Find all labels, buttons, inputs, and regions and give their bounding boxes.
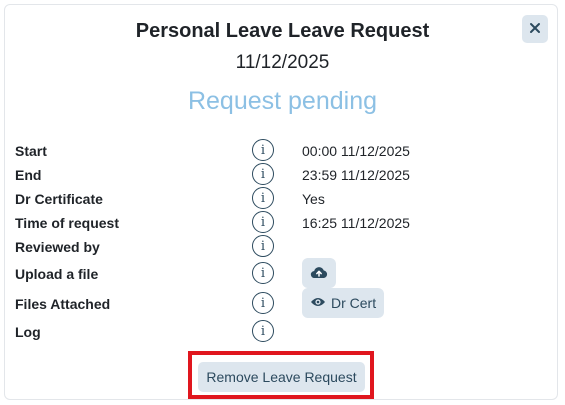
remove-leave-request-button[interactable]: Remove Leave Request (198, 362, 365, 392)
field-row-start: Start i 00:00 11/12/2025 (0, 139, 565, 163)
dialog-title: Personal Leave Leave Request (135, 20, 430, 42)
info-icon[interactable]: i (252, 163, 274, 185)
field-label: Upload a file (15, 266, 99, 282)
attached-file-button[interactable]: Dr Cert (302, 288, 385, 318)
field-label: End (15, 167, 42, 183)
info-icon[interactable]: i (252, 187, 274, 209)
field-row-end: End i 23:59 11/12/2025 (0, 163, 565, 187)
field-row-log: Log i (0, 320, 565, 344)
eye-icon (310, 295, 326, 311)
info-icon[interactable]: i (252, 139, 274, 161)
info-icon[interactable]: i (252, 235, 274, 257)
upload-file-button[interactable] (302, 258, 336, 288)
field-value: Yes (302, 191, 325, 207)
field-value: 23:59 11/12/2025 (302, 167, 410, 183)
field-row-reviewed-by: Reviewed by i (0, 235, 565, 259)
info-icon[interactable]: i (252, 320, 274, 342)
field-value: 00:00 11/12/2025 (302, 143, 410, 159)
status-text: Request pending (187, 87, 378, 115)
field-label: Start (15, 143, 47, 159)
field-row-files-attached: Files Attached i Dr Cert (0, 288, 565, 318)
field-label: Files Attached (15, 296, 111, 312)
field-row-time-of-request: Time of request i 16:25 11/12/2025 (0, 211, 565, 235)
field-label: Reviewed by (15, 239, 100, 255)
field-value: 16:25 11/12/2025 (302, 215, 410, 231)
request-date: 11/12/2025 (235, 52, 330, 73)
cloud-upload-icon (310, 265, 328, 282)
info-icon[interactable]: i (252, 262, 274, 284)
field-row-upload: Upload a file i (0, 258, 565, 288)
info-icon[interactable]: i (252, 292, 274, 314)
attached-file-label: Dr Cert (331, 295, 377, 311)
field-label: Dr Certificate (15, 191, 103, 207)
field-label: Log (15, 324, 41, 340)
field-label: Time of request (15, 215, 119, 231)
field-row-dr-certificate: Dr Certificate i Yes (0, 187, 565, 211)
info-icon[interactable]: i (252, 211, 274, 233)
